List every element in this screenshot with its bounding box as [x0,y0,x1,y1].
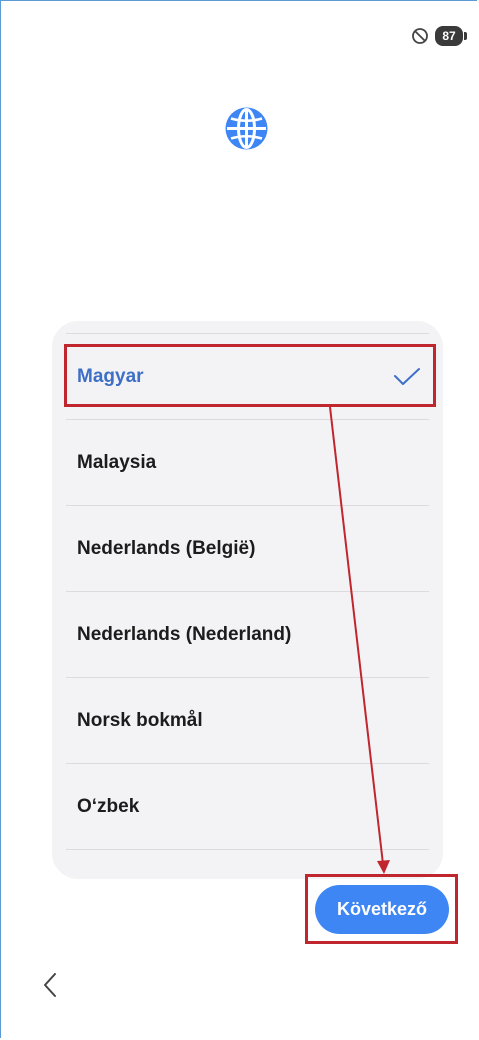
battery-indicator: 87 [435,26,467,46]
globe-icon [225,107,268,150]
language-label: Malaysia [77,452,157,473]
language-list-card: Magyar Malaysia Nederlands (België) Nede… [52,321,443,879]
language-item-norsk-bokmal[interactable]: Norsk bokmål [52,678,443,764]
next-button[interactable]: Következő [315,885,449,934]
language-label: O‘zbek [77,796,140,817]
language-list[interactable]: Magyar Malaysia Nederlands (België) Nede… [52,334,443,850]
battery-level: 87 [442,29,456,43]
language-label: Norsk bokmål [77,710,203,731]
chevron-left-icon[interactable] [38,970,62,1000]
status-bar: 87 [411,26,467,46]
language-item-ozbek[interactable]: O‘zbek [52,764,443,850]
language-item-magyar[interactable]: Magyar [52,334,443,420]
language-item-malaysia[interactable]: Malaysia [52,420,443,506]
next-button-label: Következő [336,899,428,919]
language-label: Nederlands (Nederland) [77,624,292,645]
language-label: Nederlands (België) [77,538,256,559]
language-label: Magyar [77,366,144,387]
language-item-nederlands-belgie[interactable]: Nederlands (België) [52,506,443,592]
language-item-nederlands-nederland[interactable]: Nederlands (Nederland) [52,592,443,678]
do-not-disturb-icon [412,28,428,44]
checkmark-icon [394,368,420,385]
